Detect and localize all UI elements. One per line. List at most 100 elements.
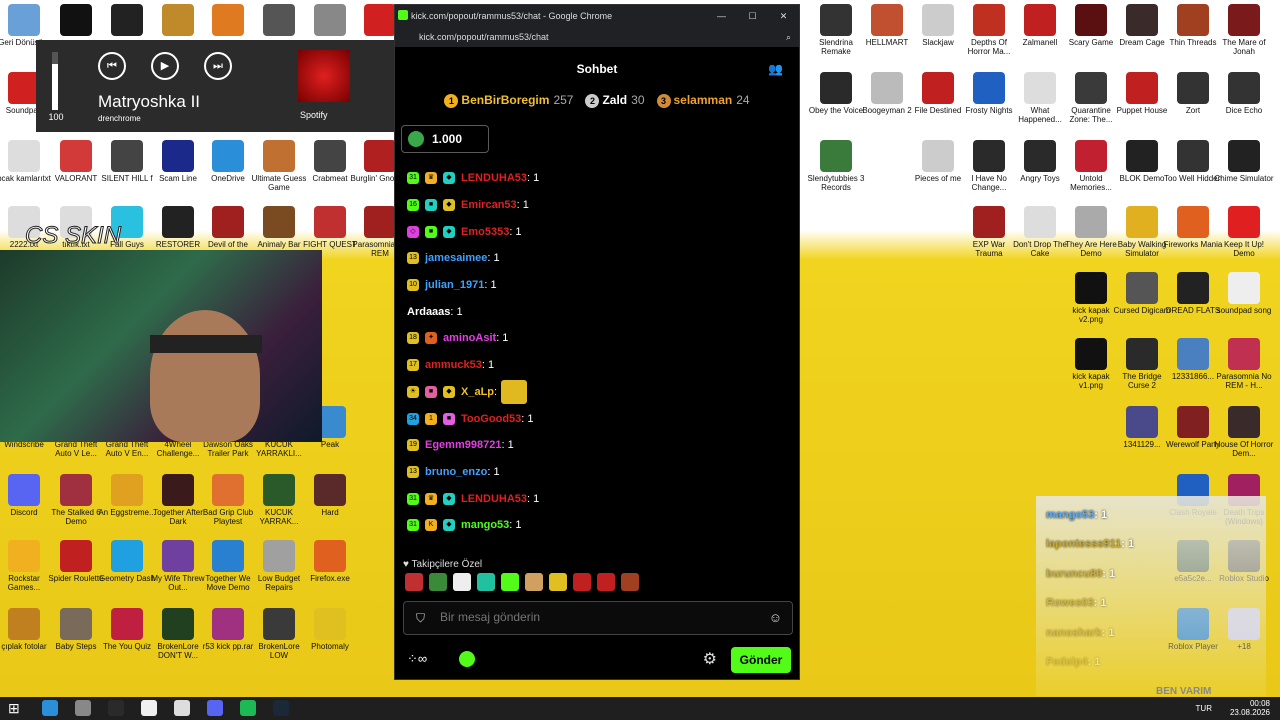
emote-icon[interactable] xyxy=(573,573,591,591)
minimize-button[interactable]: — xyxy=(706,5,737,27)
desktop.icons_right-app-icon xyxy=(1024,140,1056,172)
chat-username[interactable]: Emo5353 xyxy=(461,226,509,238)
chat-username[interactable]: aminoAsit xyxy=(443,332,496,344)
close-button[interactable]: ✕ xyxy=(768,5,799,27)
desktop.icons_left-app-icon xyxy=(263,474,295,506)
chat-text: : 1 xyxy=(516,199,529,212)
language-indicator[interactable]: TUR xyxy=(1196,704,1212,713)
chat-username[interactable]: LENDUHA53 xyxy=(461,172,527,184)
chat-message: 19 Egemm998721: 1 xyxy=(407,432,787,459)
desktop.icons_right-app-icon xyxy=(1024,4,1056,36)
emote-icon[interactable] xyxy=(477,573,495,591)
emote-icon[interactable] xyxy=(621,573,639,591)
chat-username[interactable]: julian_1971 xyxy=(425,279,484,291)
taskbar-app-icon[interactable] xyxy=(141,700,157,716)
user-badge: K xyxy=(425,519,437,532)
desktop.icons_left-app-icon xyxy=(111,4,143,36)
chat-overlay: mango53: 1 lapontesss911: 1 buruncu80: 1 Ro… xyxy=(1040,500,1270,697)
settings-icon[interactable]: ⚙ xyxy=(703,649,717,669)
desktop.icons_right-app-icon xyxy=(1126,206,1158,238)
overlay-message: nanoshark: 1 xyxy=(1040,618,1270,648)
taskbar-app-icon[interactable] xyxy=(108,700,124,716)
users-icon[interactable]: 👥 xyxy=(768,55,783,83)
desktop-icon[interactable]: Keep It Up! Demo xyxy=(1214,206,1274,258)
emoji-icon[interactable]: ☺ xyxy=(769,610,782,625)
taskbar-app-icon[interactable] xyxy=(273,700,289,716)
desktop.icons_left-app-icon xyxy=(60,474,92,506)
desktop-icon[interactable]: The Mare of Jonah xyxy=(1214,4,1274,56)
desktop.icons_right-app-icon xyxy=(973,4,1005,36)
desktop.icons_left-app-icon xyxy=(212,608,244,640)
chat-message: ☀ ■ ◆ X_aLp: xyxy=(407,379,787,406)
emote-icon[interactable] xyxy=(501,573,519,591)
start-icon[interactable]: ⊞ xyxy=(8,700,24,716)
desktop-icon[interactable]: Photomaly xyxy=(300,608,360,651)
desktop-icon[interactable]: Firefox.exe xyxy=(300,540,360,583)
chat-username[interactable]: mango53 xyxy=(461,519,509,531)
desktop-icon[interactable]: Chime Simulator xyxy=(1214,140,1274,183)
chat-username[interactable]: bruno_enzo xyxy=(425,466,487,478)
desktop.icons_left-app-icon xyxy=(314,140,346,172)
send-button[interactable]: Gönder xyxy=(731,647,791,673)
message-input-box[interactable]: ⛉ ☺ xyxy=(403,601,793,635)
previous-track-button[interactable]: ⏮ xyxy=(98,52,126,80)
desktop-icon[interactable]: soundpad song xyxy=(1214,272,1274,315)
emote-icon[interactable] xyxy=(597,573,615,591)
chat-text: : xyxy=(494,385,498,398)
overlay-user: Fedelp4 xyxy=(1046,656,1088,669)
chat-title: Sohbet xyxy=(576,62,618,76)
leaderboard-entry[interactable]: 1 BenBirBoregim 257 xyxy=(444,93,573,108)
chat-username[interactable]: LENDUHA53 xyxy=(461,493,527,505)
maximize-button[interactable]: ☐ xyxy=(737,5,768,27)
play-button[interactable]: ▶ xyxy=(151,52,179,80)
chat-username[interactable]: Ardaaas xyxy=(407,306,450,318)
kick-points-icon[interactable] xyxy=(459,651,475,667)
taskbar-app-icon[interactable] xyxy=(240,700,256,716)
emote-icon[interactable] xyxy=(453,573,471,591)
desktop.icons_right-app-icon xyxy=(1177,338,1209,370)
chat-username[interactable]: TooGood53 xyxy=(461,413,521,425)
taskbar-app-icon[interactable] xyxy=(75,700,91,716)
clock-date[interactable]: 23.08.2026 xyxy=(1230,708,1270,717)
prev-icon: ⏮ xyxy=(107,60,117,72)
desktop-icon[interactable]: Dice Echo xyxy=(1214,72,1274,115)
chat-username[interactable]: X_aLp xyxy=(461,386,494,398)
emote-icon[interactable] xyxy=(429,573,447,591)
desktop-icon[interactable]: House Of Horror Dem... xyxy=(1214,406,1274,458)
leaderboard-entry[interactable]: 2 Zald 30 xyxy=(585,93,645,108)
chat-username[interactable]: jamesaimee xyxy=(425,252,487,264)
next-track-button[interactable]: ⏭ xyxy=(204,52,232,80)
infinity-icon[interactable]: ⁘∞ xyxy=(407,651,427,667)
address-bar[interactable]: kick.com/popout/rammus53/chat ⌕ xyxy=(395,27,799,47)
taskbar: ⊞ TUR 00:08 23.08.2026 xyxy=(0,697,1280,720)
chat-text: : 1 xyxy=(527,172,540,185)
taskbar-app-icon[interactable] xyxy=(207,700,223,716)
chat-username[interactable]: ammuck53 xyxy=(425,359,482,371)
emote-icon[interactable] xyxy=(549,573,567,591)
user-badge: ◆ xyxy=(443,172,455,185)
volume-slider[interactable]: 100 xyxy=(46,52,66,122)
desktop-icon[interactable]: Hard xyxy=(300,474,360,517)
chat-text: : 1 xyxy=(509,519,522,532)
clock-time[interactable]: 00:08 xyxy=(1230,699,1270,708)
desktop-icon[interactable]: Parasomnia No REM - H... xyxy=(1214,338,1274,390)
emote-icon[interactable] xyxy=(405,573,423,591)
overlay-text: : 1 xyxy=(1102,567,1116,580)
streamer-headband xyxy=(150,335,262,353)
rank-badge: 3 xyxy=(656,94,671,108)
taskbar-app-icon[interactable] xyxy=(42,700,58,716)
desktop.icons_left-app-icon xyxy=(263,140,295,172)
desktop.icons_right-app-icon xyxy=(871,4,903,36)
leaderboard-entry[interactable]: 3 selamman 24 xyxy=(656,93,750,108)
desktop.icons_right-app-icon xyxy=(922,140,954,172)
zoom-icon[interactable]: ⌕ xyxy=(786,27,791,47)
gift-pinned[interactable]: 1.000 xyxy=(401,125,489,153)
chat-username[interactable]: Emircan53 xyxy=(461,199,517,211)
overlay-message: mango53: 1 xyxy=(1040,500,1270,530)
emote-icon[interactable] xyxy=(525,573,543,591)
taskbar-app-icon[interactable] xyxy=(174,700,190,716)
message-input[interactable] xyxy=(440,610,760,624)
desktop.icons_left-app-icon xyxy=(263,206,295,238)
chat-username[interactable]: Egemm998721 xyxy=(425,439,501,451)
desktop-icon[interactable]: Slendytubbies 3 Records xyxy=(806,140,866,192)
